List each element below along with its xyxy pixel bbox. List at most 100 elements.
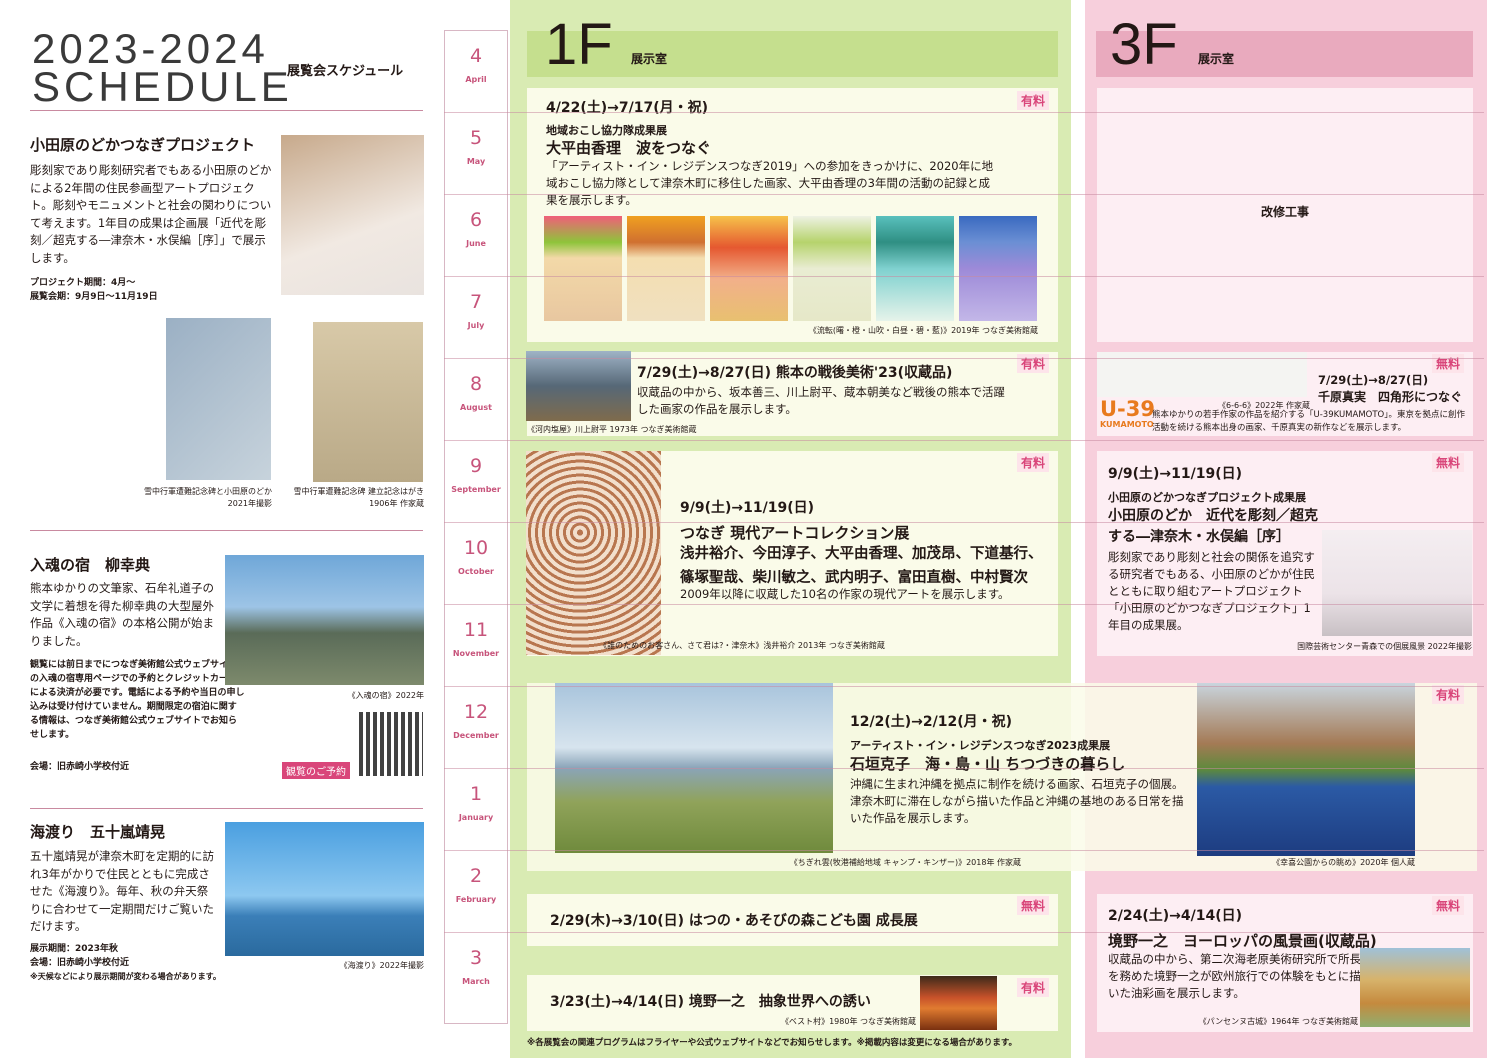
divider xyxy=(30,530,423,531)
footnote: ※各展覧会の関連プログラムはフライヤーや公式ウェブサイトなどでお知らせします。※… xyxy=(527,1038,1017,1048)
painting-3 xyxy=(710,216,788,321)
month-english: October xyxy=(458,567,494,576)
event3-title: つなぎ 現代アートコレクション展 xyxy=(680,524,910,542)
p3-caption: 《海渡り》2022年撮影 xyxy=(339,961,424,970)
month-divider xyxy=(444,604,1484,605)
month-january: 1 January xyxy=(445,769,507,851)
qr-code[interactable] xyxy=(359,712,423,776)
month-number: 8 xyxy=(469,373,483,395)
month-number: 9 xyxy=(469,455,483,477)
floor1-label: 展示室 xyxy=(631,52,668,66)
f3d-date: 2/24(土)→4/14(日) xyxy=(1108,908,1242,924)
month-july: 7 July xyxy=(445,277,507,359)
month-april: 4 April xyxy=(445,31,507,113)
p1-body: 彫刻家であり彫刻研究者でもある小田原のどかによる2年間の住民参画型アートプロジェ… xyxy=(30,163,272,265)
month-english: March xyxy=(462,977,490,986)
f3b-date: 7/29(土)→8/27(日) xyxy=(1318,373,1429,387)
installation-photo xyxy=(1322,530,1472,636)
f3d-title: 境野一之 ヨーロッパの風景画(収蔵品) xyxy=(1108,932,1377,950)
month-divider xyxy=(444,276,1484,277)
umiwatari-image xyxy=(225,822,424,956)
event5-title: 2/29(木)→3/10(日) はつの・あそびの森こども園 成長展 xyxy=(550,913,918,929)
f3b-body: 熊本ゆかりの若手作家の作品を紹介する「U-39KUMAMOTO」。東京を拠点に創… xyxy=(1152,410,1465,433)
f3c-body: 彫刻家であり彫刻と社会の関係を追究する研究者でもある、小田原のどかが住民とともに… xyxy=(1108,550,1315,632)
inkon-no-yado-image xyxy=(225,555,424,685)
f3c-subtitle: 小田原のどかつなぎプロジェクト成果展 xyxy=(1108,491,1306,504)
month-december: 12 December xyxy=(445,687,507,769)
painting-4 xyxy=(793,216,871,321)
month-november: 11 November xyxy=(445,605,507,687)
fee-badge: 無料 xyxy=(1432,453,1465,472)
monument-photo xyxy=(166,318,271,480)
schedule-subtitle: 展覧会スケジュール xyxy=(287,64,404,79)
event2-caption: 《河内塩屋》川上尉平 1973年 つなぎ美術館蔵 xyxy=(527,425,697,434)
month-number: 7 xyxy=(469,291,483,313)
u39-logo: U-39 xyxy=(1100,397,1155,421)
painting-1 xyxy=(544,216,622,321)
vincennes-painting xyxy=(1360,948,1470,1027)
fee-badge: 有料 xyxy=(1017,91,1050,110)
event4-subtitle: アーティスト・イン・レジデンスつなぎ2023成果展 xyxy=(850,739,1111,752)
event2-title: 7/29(土)→8/27(日) 熊本の戦後美術'23(収蔵品) xyxy=(637,365,953,381)
month-divider xyxy=(444,440,1484,441)
month-english: November xyxy=(452,649,500,658)
year-title: 2023-2024 SCHEDULE xyxy=(32,25,293,110)
p2-caption: 《入魂の宿》2022年 xyxy=(347,691,424,700)
event4-title: 石垣克子 海・島・山 ちつづきの暮らし xyxy=(850,755,1126,773)
p2-title: 入魂の宿 柳幸典 xyxy=(30,556,151,574)
month-english: February xyxy=(455,895,497,904)
u39-logo-sub: KUMAMOTO xyxy=(1100,420,1154,429)
floor3-name: 3F xyxy=(1110,12,1178,77)
asai-artwork xyxy=(526,451,661,655)
f3b-title: 千原真実 四角形につなぐ xyxy=(1318,390,1463,404)
painting-6 xyxy=(959,216,1037,321)
fee-badge: 有料 xyxy=(1017,978,1050,997)
month-divider xyxy=(444,850,1484,851)
month-english: June xyxy=(466,239,486,248)
fee-badge: 無料 xyxy=(1432,896,1465,915)
p2-body: 熊本ゆかりの文筆家、石牟礼道子の文学に着想を得た柳幸典の大型屋外作品《入魂の宿》… xyxy=(30,581,214,648)
month-divider xyxy=(444,522,1484,523)
month-number: 4 xyxy=(469,45,483,67)
p2-note: 観覧には前日までにつなぎ美術館公式ウェブサイトの入魂の宿専用ページでの予約とクレ… xyxy=(30,660,245,740)
f3d-caption: 《パンセンヌ古城》1964年 つなぎ美術館蔵 xyxy=(1198,1017,1358,1026)
best-village-painting xyxy=(920,976,997,1030)
month-number: 10 xyxy=(463,537,489,559)
month-september: 9 September xyxy=(445,441,507,523)
p1-caption-1: 雪中行軍遭難記念碑と小田原のどか 2021年撮影 xyxy=(144,487,272,508)
reserve-button[interactable]: 観覧のご予約 xyxy=(282,762,350,779)
month-divider xyxy=(444,768,1484,769)
event6-caption: 《ベスト村》1980年 つなぎ美術館蔵 xyxy=(780,1017,916,1026)
p1-caption-2: 雪中行軍遭難記念碑 建立記念はがき 1906年 作家蔵 xyxy=(293,487,424,508)
month-number: 11 xyxy=(463,619,489,641)
event6-title: 3/23(土)→4/14(日) 境野一之 抽象世界への誘い xyxy=(550,994,871,1010)
month-english: May xyxy=(466,157,486,166)
event1-subtitle: 地域おこし協力隊成果展 xyxy=(546,124,667,137)
f3c-title: 小田原のどか 近代を彫刻／超克する―津奈木・水俣編［序］ xyxy=(1108,508,1318,545)
renovation-text: 改修工事 xyxy=(1260,205,1309,219)
month-october: 10 October xyxy=(445,523,507,605)
month-number: 1 xyxy=(469,783,483,805)
fee-badge: 無料 xyxy=(1017,896,1050,915)
p3-title: 海渡り 五十嵐靖晃 xyxy=(30,823,166,841)
p1-title: 小田原のどかつなぎプロジェクト xyxy=(30,136,256,154)
month-english: September xyxy=(451,485,501,494)
month-august: 8 August xyxy=(445,359,507,441)
p1-exhibit: 展覧会期：9月9日～11月19日 xyxy=(30,292,158,302)
month-english: December xyxy=(453,731,499,740)
month-number: 3 xyxy=(469,947,483,969)
painting-2 xyxy=(627,216,705,321)
p3-body: 五十嵐靖晃が津奈木町を定期的に訪れ3年がかりで住民とともに完成させた《海渡り》。… xyxy=(30,849,214,933)
event4-body: 沖縄に生まれ沖縄を拠点に制作を続ける画家、石垣克子の個展。津奈木町に滞在しながら… xyxy=(850,777,1184,825)
p3-venue: 会場：旧赤崎小学校付近 xyxy=(30,958,130,968)
month-february: 2 February xyxy=(445,851,507,933)
month-may: 5 May xyxy=(445,113,507,195)
fee-badge: 有料 xyxy=(1017,354,1050,373)
f3c-caption: 国際芸術センター青森での個展風景 2022年撮影 xyxy=(1297,642,1472,651)
f3d-body: 収蔵品の中から、第二次海老原美術研究所で所長を務めた境野一之が欧州旅行での体験を… xyxy=(1108,952,1361,1000)
month-column: 4 April 5 May 6 June 7 July 8 August 9 September 10 O… xyxy=(444,30,508,1024)
event1-caption: 《流転(曙・橙・山吹・白昼・碧・藍)》2019年 つなぎ美術館蔵 xyxy=(808,326,1038,335)
event3-date: 9/9(土)→11/19(日) xyxy=(680,500,814,516)
month-number: 5 xyxy=(469,127,483,149)
event3-body: 2009年以降に収蔵した10名の作家の現代アートを展示します。 xyxy=(680,587,1010,601)
